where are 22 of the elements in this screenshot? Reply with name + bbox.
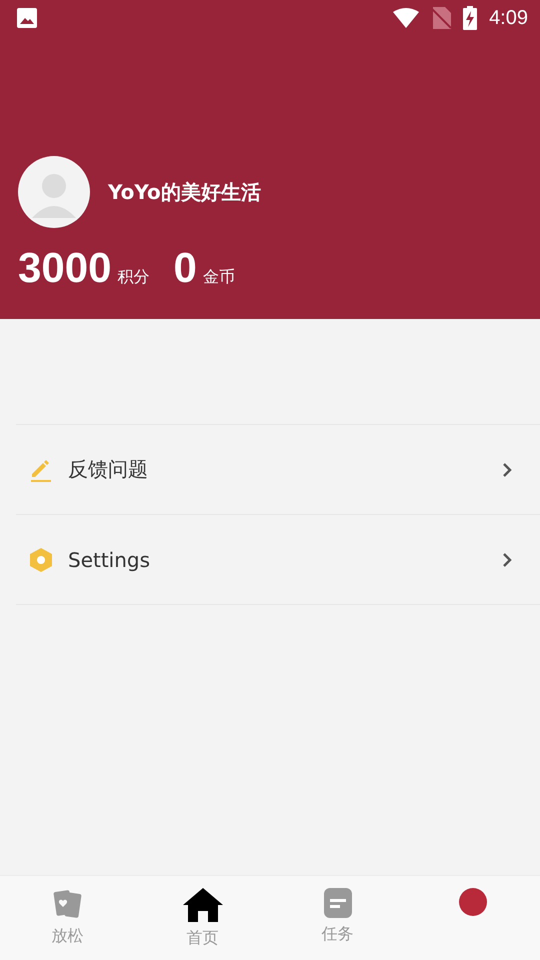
stat-unit: 金币 bbox=[202, 267, 235, 288]
cards-icon bbox=[52, 888, 84, 920]
stat-value: 0 bbox=[173, 244, 197, 292]
hexagon-icon bbox=[28, 546, 54, 572]
nav-tab[interactable]: 首页 bbox=[135, 876, 270, 960]
chevron-right-icon bbox=[502, 552, 512, 568]
nav-tab[interactable]: 放松 bbox=[0, 876, 135, 960]
image-icon bbox=[17, 8, 37, 28]
battery-charging-icon bbox=[463, 6, 478, 30]
document-icon bbox=[324, 888, 352, 918]
user-name: YoYo的美好生活 bbox=[108, 178, 261, 206]
stat-unit: 积分 bbox=[117, 267, 150, 288]
menu-item[interactable]: 反馈问题 bbox=[16, 425, 540, 515]
stat-value: 3000 bbox=[18, 244, 112, 292]
status-time: 4:09 bbox=[489, 6, 528, 30]
no-sim-icon bbox=[431, 7, 452, 29]
avatar bbox=[18, 156, 90, 228]
wifi-icon bbox=[393, 8, 420, 28]
nav-tab[interactable]: 任务 bbox=[270, 876, 405, 960]
menu-item[interactable]: Settings bbox=[16, 515, 540, 605]
chevron-right-icon bbox=[502, 462, 512, 478]
home-icon bbox=[182, 888, 222, 922]
